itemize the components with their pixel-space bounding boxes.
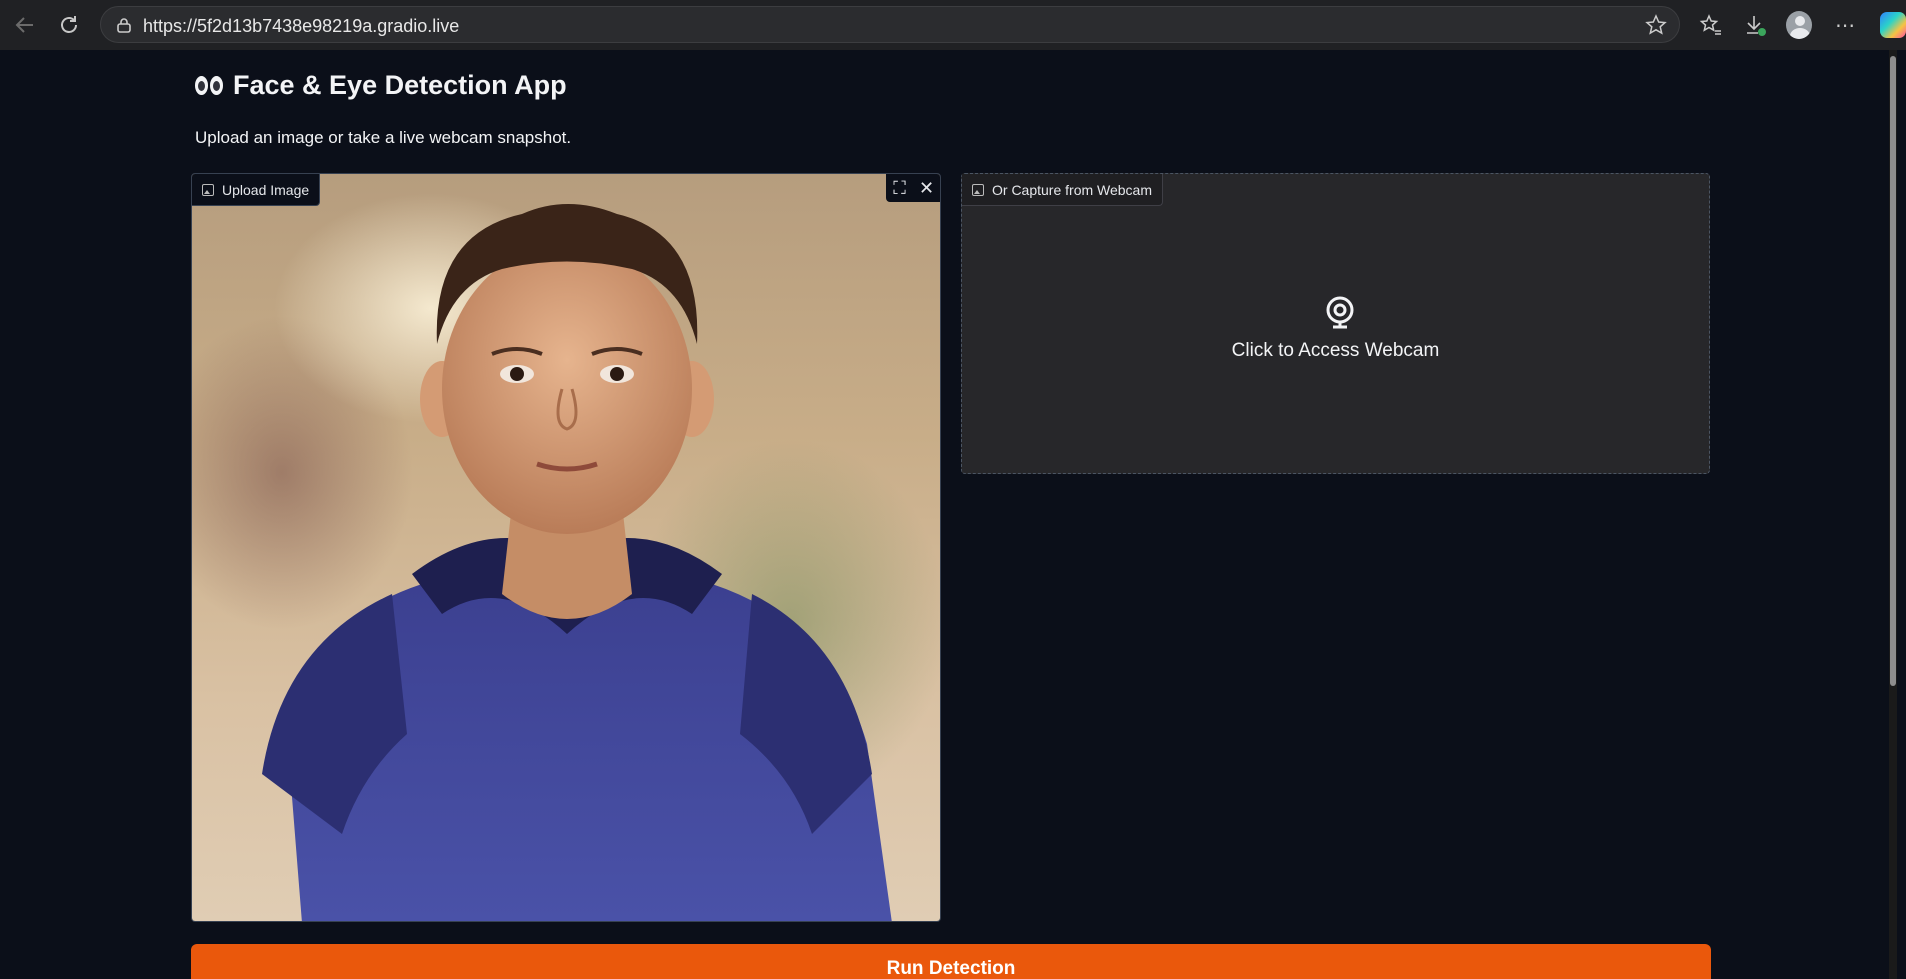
reload-icon	[61, 16, 77, 33]
avatar-icon	[1786, 11, 1812, 39]
page-scrollbar[interactable]	[1889, 50, 1897, 979]
favorites-button[interactable]	[1698, 12, 1724, 38]
close-icon[interactable]: ✕	[917, 178, 937, 199]
download-icon	[1747, 16, 1766, 36]
image-icon	[202, 183, 214, 196]
favorites-icon	[1699, 14, 1721, 35]
page-title-text: Face & Eye Detection App	[233, 70, 567, 100]
downloads-button[interactable]	[1742, 12, 1768, 38]
eyes-emoji-icon	[195, 76, 223, 95]
url-text: https://5f2d13b7438e98219a.gradio.live	[143, 16, 460, 36]
webcam-label: Or Capture from Webcam	[962, 174, 1164, 206]
access-webcam-button[interactable]: Click to Access Webcam	[962, 340, 1709, 362]
favorite-star-icon[interactable]	[1645, 14, 1667, 36]
more-menu-button[interactable]: ⋯	[1832, 12, 1858, 38]
uploaded-photo	[192, 174, 940, 921]
back-arrow-icon	[15, 17, 33, 33]
profile-button[interactable]	[1786, 11, 1812, 39]
site-info-icon[interactable]	[115, 16, 133, 34]
webcam-label-text: Or Capture from Webcam	[992, 181, 1153, 198]
upload-image-panel[interactable]: Upload Image ⛶ ✕	[191, 173, 941, 922]
reload-button[interactable]	[54, 10, 84, 40]
copilot-icon[interactable]	[1880, 12, 1906, 38]
back-button[interactable]	[10, 10, 40, 40]
page-content: Face & Eye Detection App Upload an image…	[5, 50, 1897, 979]
image-toolbar: ⛶ ✕	[886, 174, 940, 202]
browser-toolbar: https://5f2d13b7438e98219a.gradio.live ⋯	[0, 0, 1906, 50]
scrollbar-thumb[interactable]	[1890, 56, 1896, 686]
webcam-icon	[1326, 296, 1354, 329]
image-icon	[972, 183, 984, 196]
webcam-panel[interactable]: Or Capture from Webcam Click to Access W…	[961, 173, 1710, 474]
fullscreen-icon[interactable]: ⛶	[890, 178, 910, 199]
upload-image-label-text: Upload Image	[222, 181, 310, 198]
page-subtitle: Upload an image or take a live webcam sn…	[195, 128, 572, 147]
more-icon: ⋯	[1835, 14, 1855, 37]
child-portrait-image	[262, 204, 892, 921]
page-title: Face & Eye Detection App	[195, 70, 567, 101]
upload-image-label: Upload Image	[192, 174, 321, 206]
run-detection-button[interactable]: Run Detection	[191, 944, 1711, 979]
address-bar[interactable]: https://5f2d13b7438e98219a.gradio.live	[100, 6, 1680, 43]
